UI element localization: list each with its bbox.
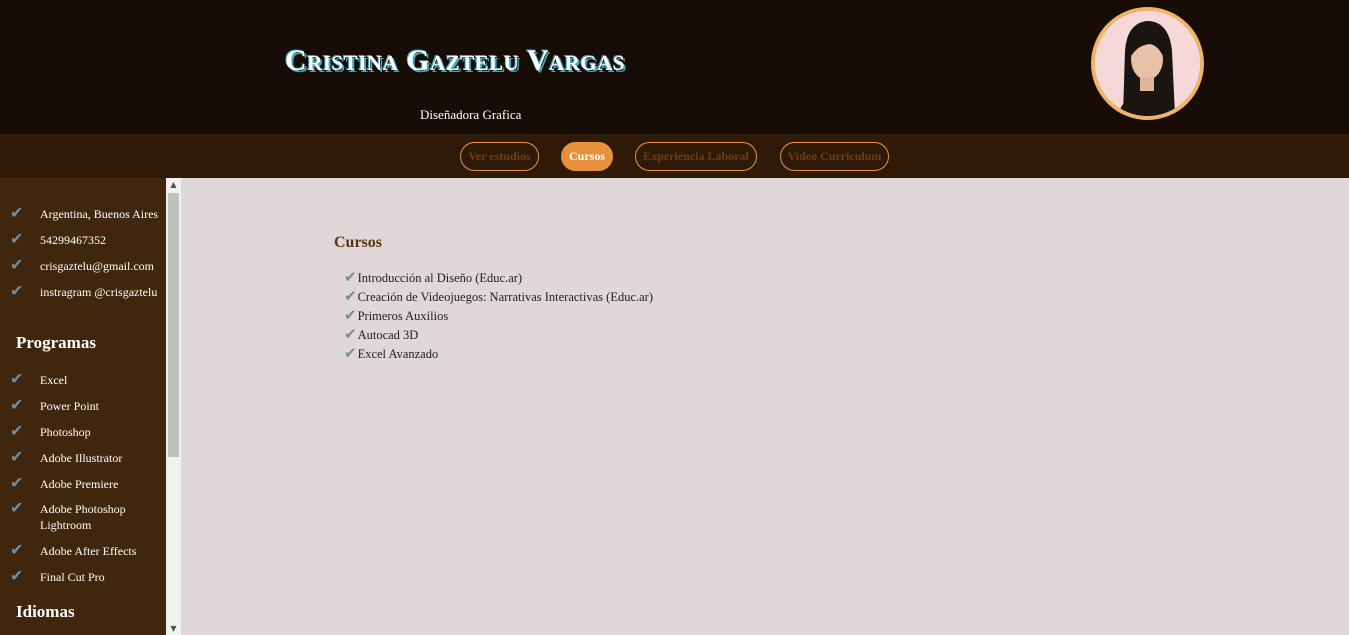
programs-heading: Programas: [16, 333, 96, 352]
check-icon: ✔: [10, 500, 24, 517]
nav-cursos-button[interactable]: Cursos: [561, 142, 613, 171]
check-icon: ✔: [10, 231, 24, 248]
check-icon: ✔: [10, 205, 24, 222]
check-icon: ✔: [344, 346, 357, 362]
check-icon: ✔: [10, 371, 24, 388]
check-icon: ✔: [10, 423, 24, 440]
check-icon: ✔: [344, 308, 357, 324]
avatar: [1091, 7, 1204, 120]
site-subtitle: Diseñadora Grafica: [420, 107, 522, 122]
header: Cristina Gaztelu Vargas Diseñadora Grafi…: [0, 0, 1349, 134]
check-icon: ✔: [10, 257, 24, 274]
nav-ver-estudios-button[interactable]: Ver estudios: [460, 142, 539, 171]
check-icon: ✔: [10, 475, 24, 492]
profile-photo-icon: [1095, 11, 1200, 116]
check-icon: ✔: [10, 568, 24, 585]
course-item: ✔Creación de Videojuegos: Narrativas Int…: [344, 289, 654, 305]
languages-heading: Idiomas: [16, 602, 75, 621]
check-icon: ✔: [344, 270, 357, 286]
scroll-thumb[interactable]: [168, 193, 179, 457]
check-icon: ✔: [10, 283, 24, 300]
course-item: ✔Introducción al Diseño (Educ.ar): [344, 270, 523, 286]
course-item: ✔Excel Avanzado: [344, 346, 439, 362]
course-item: ✔Primeros Auxilios: [344, 308, 449, 324]
scroll-down-arrow-icon[interactable]: ▼: [166, 622, 181, 635]
nav-experiencia-laboral-button[interactable]: Experiencia Laboral: [635, 142, 757, 171]
sidebar: ✔ Argentina, Buenos Aires ✔ 54299467352 …: [0, 178, 166, 635]
scroll-up-arrow-icon[interactable]: ▲: [166, 178, 181, 191]
site-title: Cristina Gaztelu Vargas: [285, 44, 626, 77]
check-icon: ✔: [10, 449, 24, 466]
sidebar-scrollbar[interactable]: ▲ ▼: [166, 178, 181, 635]
check-icon: ✔: [10, 542, 24, 559]
check-icon: ✔: [344, 289, 357, 305]
nav-bar: Ver estudios Cursos Experiencia Laboral …: [0, 134, 1349, 178]
check-icon: ✔: [344, 327, 357, 343]
courses-title: Cursos: [334, 234, 383, 251]
nav-video-curriculum-button[interactable]: Video Curriculum: [780, 142, 889, 171]
check-icon: ✔: [10, 397, 24, 414]
course-item: ✔Autocad 3D: [344, 327, 419, 343]
